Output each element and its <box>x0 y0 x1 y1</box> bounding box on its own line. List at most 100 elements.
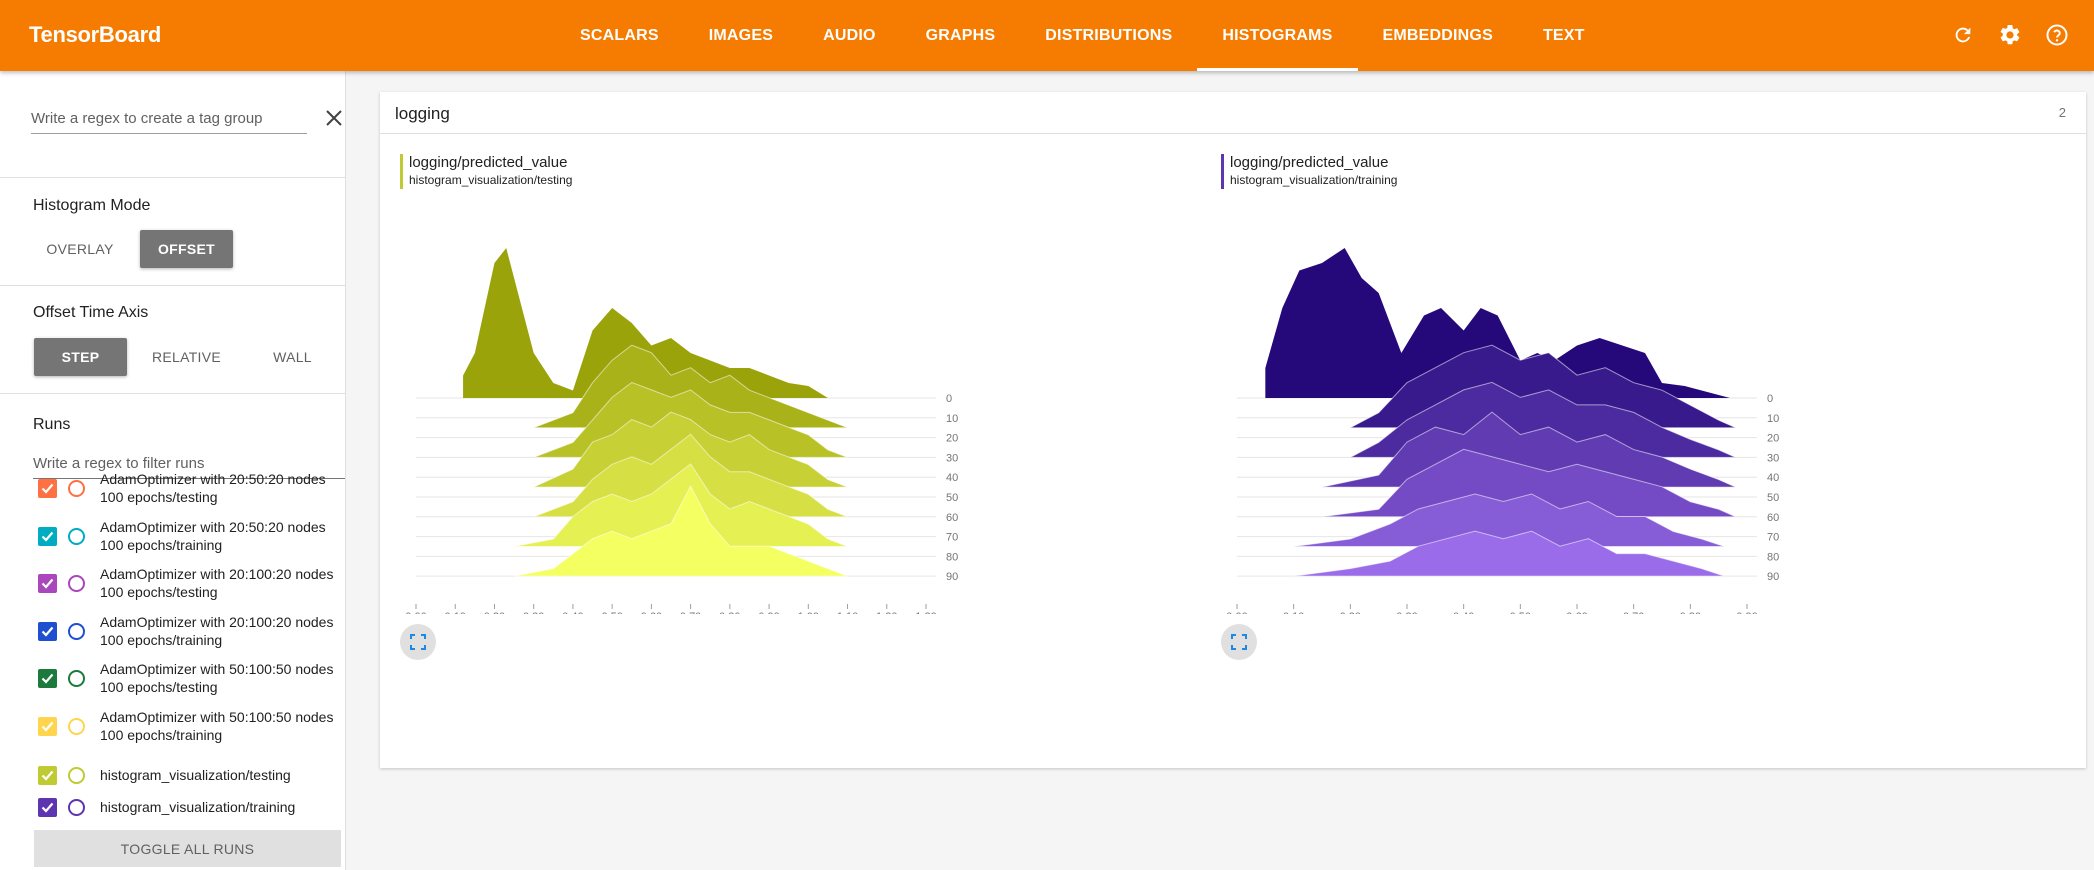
tab-images[interactable]: IMAGES <box>684 0 798 71</box>
run-name: AdamOptimizer with 20:100:20 nodes <box>100 614 334 630</box>
card-header[interactable]: logging 2 <box>380 92 2086 134</box>
run-checkbox[interactable] <box>38 526 57 546</box>
tag-group-section <box>0 71 346 178</box>
run-radio[interactable] <box>68 527 85 545</box>
y-tick-label: 40 <box>946 472 958 484</box>
x-tick-label: 0.40 <box>1453 611 1474 614</box>
run-label: AdamOptimizer with 50:100:50 nodes 100 ep… <box>100 708 333 744</box>
x-tick-label: 1.00 <box>798 611 819 614</box>
run-checkbox[interactable] <box>38 797 57 817</box>
histogram-mode-section: Histogram Mode OVERLAY OFFSET <box>0 178 346 286</box>
tab-scalars[interactable]: SCALARS <box>555 0 684 71</box>
run-item[interactable]: AdamOptimizer with 20:100:20 nodes 100 ep… <box>38 609 333 653</box>
chart-subtitle: histogram_visualization/training <box>1230 173 1398 187</box>
x-tick-label: 0.80 <box>1680 611 1701 614</box>
help-icon[interactable] <box>2043 21 2070 48</box>
run-name: AdamOptimizer with 50:100:50 nodes <box>100 661 334 677</box>
y-tick-label: 50 <box>946 492 958 504</box>
y-tick-label: 60 <box>1767 512 1779 524</box>
y-tick-label: 80 <box>1767 551 1779 563</box>
wall-button[interactable]: WALL <box>246 338 339 376</box>
run-label: AdamOptimizer with 20:50:20 nodes 100 epo… <box>100 470 326 506</box>
relative-button[interactable]: RELATIVE <box>140 338 233 376</box>
run-checkbox[interactable] <box>38 478 57 498</box>
run-subname: 100 epochs/testing <box>100 489 218 505</box>
settings-icon[interactable] <box>1996 21 2023 48</box>
run-label: AdamOptimizer with 20:50:20 nodes 100 epo… <box>100 518 326 554</box>
time-axis-title: Offset Time Axis <box>33 304 149 321</box>
run-item[interactable]: AdamOptimizer with 20:50:20 nodes 100 epo… <box>38 466 326 510</box>
offset-button[interactable]: OFFSET <box>140 230 233 268</box>
app-title: TensorBoard <box>29 22 161 47</box>
x-tick-label: 0.90 <box>758 611 779 614</box>
x-tick-label: 0.90 <box>1736 611 1757 614</box>
x-tick-label: 0.00 <box>1226 611 1247 614</box>
run-checkbox[interactable] <box>38 668 57 688</box>
x-tick-label: 0.00 <box>405 611 426 614</box>
close-icon[interactable] <box>323 107 345 129</box>
run-checkbox[interactable] <box>38 621 57 641</box>
run-radio[interactable] <box>68 717 85 735</box>
histogram-plot: 0 10 20 30 40 50 60 70 80 90 0.00 0.10 0.20 0.30 0.40 0… <box>1226 248 1779 614</box>
x-tick-label: 0.40 <box>562 611 583 614</box>
run-radio[interactable] <box>68 766 85 784</box>
tab-histograms[interactable]: HISTOGRAMS <box>1197 0 1358 71</box>
expand-icon[interactable] <box>400 624 436 660</box>
run-item[interactable]: AdamOptimizer with 20:100:20 nodes 100 ep… <box>38 561 333 605</box>
tag-regex-input[interactable] <box>31 104 307 134</box>
run-radio[interactable] <box>68 622 85 640</box>
run-name: AdamOptimizer with 20:50:20 nodes <box>100 519 326 535</box>
histogram-plot: 0 10 20 30 40 50 60 70 80 90 0.00 0.10 0.20 0.30 0.40 0… <box>405 248 958 614</box>
run-radio[interactable] <box>68 574 85 592</box>
top-app-bar: TensorBoard SCALARS IMAGES AUDIO GRAPHS … <box>0 0 2094 71</box>
run-item[interactable]: AdamOptimizer with 20:50:20 nodes 100 epo… <box>38 514 326 558</box>
check-icon <box>41 626 54 637</box>
tab-graphs[interactable]: GRAPHS <box>901 0 1021 71</box>
run-label: histogram_visualization/training <box>100 798 295 816</box>
histogram-mode-title: Histogram Mode <box>33 197 151 214</box>
y-tick-label: 90 <box>946 571 958 583</box>
tab-text[interactable]: TEXT <box>1518 0 1610 71</box>
y-tick-label: 20 <box>1767 433 1779 445</box>
run-label: histogram_visualization/testing <box>100 766 291 784</box>
y-tick-label: 70 <box>1767 532 1779 544</box>
check-icon <box>41 802 54 813</box>
x-tick-label: 0.60 <box>641 611 662 614</box>
x-tick-label: 0.10 <box>1283 611 1304 614</box>
run-radio[interactable] <box>68 669 85 687</box>
overlay-button[interactable]: OVERLAY <box>34 230 126 268</box>
tab-distributions[interactable]: DISTRIBUTIONS <box>1020 0 1197 71</box>
y-tick-label: 30 <box>1767 452 1779 464</box>
refresh-icon[interactable] <box>1949 21 1976 48</box>
run-checkbox[interactable] <box>38 716 57 736</box>
run-subname: 100 epochs/training <box>100 537 223 553</box>
run-item[interactable]: AdamOptimizer with 50:100:50 nodes 100 ep… <box>38 704 333 748</box>
run-checkbox[interactable] <box>38 765 57 785</box>
run-subname: 100 epochs/training <box>100 727 223 743</box>
run-label: AdamOptimizer with 20:100:20 nodes 100 ep… <box>100 565 333 601</box>
x-tick-label: 0.70 <box>680 611 701 614</box>
legend-color-bar <box>1221 154 1224 189</box>
run-radio[interactable] <box>68 479 85 497</box>
tab-embeddings[interactable]: EMBEDDINGS <box>1358 0 1518 71</box>
x-tick-label: 0.70 <box>1623 611 1644 614</box>
check-icon <box>41 531 54 542</box>
x-tick-label: 0.50 <box>1510 611 1531 614</box>
x-tick-label: 1.20 <box>876 611 897 614</box>
expand-icon[interactable] <box>1221 624 1257 660</box>
y-tick-label: 30 <box>946 452 958 464</box>
x-tick-label: 0.60 <box>1566 611 1587 614</box>
run-name: AdamOptimizer with 50:100:50 nodes <box>100 709 334 725</box>
run-radio[interactable] <box>68 798 85 816</box>
x-tick-label: 1.30 <box>915 611 936 614</box>
chart-subtitle: histogram_visualization/testing <box>409 173 573 187</box>
run-item[interactable]: histogram_visualization/training <box>38 785 295 829</box>
chart-title: logging/predicted_value <box>409 154 568 171</box>
run-checkbox[interactable] <box>38 573 57 593</box>
runs-title: Runs <box>33 416 71 433</box>
run-item[interactable]: AdamOptimizer with 50:100:50 nodes 100 ep… <box>38 656 333 700</box>
toggle-all-runs-button[interactable]: TOGGLE ALL RUNS <box>34 830 341 867</box>
x-tick-label: 1.10 <box>837 611 858 614</box>
tab-audio[interactable]: AUDIO <box>798 0 901 71</box>
step-button[interactable]: STEP <box>34 338 127 376</box>
